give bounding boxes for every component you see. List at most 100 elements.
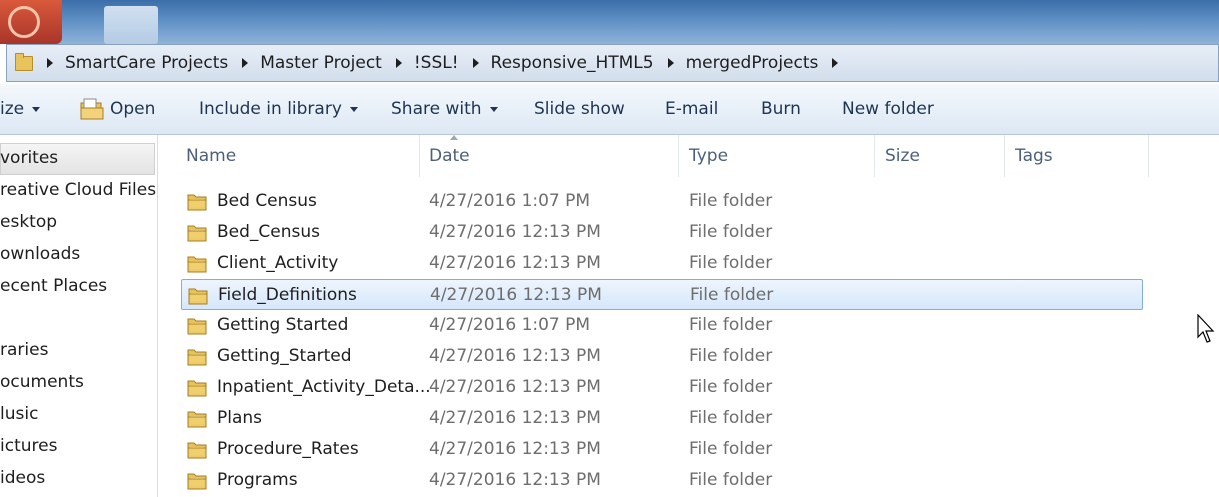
file-type: File folder (689, 191, 773, 211)
file-type: File folder (689, 439, 773, 459)
file-date: 4/27/2016 12:13 PM (429, 439, 601, 459)
file-name: Plans (217, 408, 263, 428)
command-toolbar: ize Open Include in library Share with S… (0, 84, 1219, 135)
share-with-button[interactable]: Share with (391, 84, 498, 134)
file-date: 4/27/2016 12:13 PM (429, 408, 601, 428)
file-row[interactable]: Bed_Census 4/27/2016 12:13 PM File folder (181, 217, 1143, 248)
nav-item-documents[interactable]: ocuments (0, 372, 84, 392)
file-date: 4/27/2016 12:13 PM (429, 222, 601, 242)
file-type: File folder (689, 470, 773, 490)
address-bar[interactable]: SmartCare Projects Master Project !SSL! … (6, 44, 1219, 82)
nav-item-creative-cloud-files[interactable]: reative Cloud Files (0, 180, 156, 200)
file-date: 4/27/2016 12:13 PM (429, 253, 601, 273)
file-name: Field_Definitions (218, 285, 357, 305)
file-name: Inpatient_Activity_Deta... (217, 377, 431, 397)
file-type: File folder (689, 377, 773, 397)
folder-icon (15, 52, 33, 71)
file-date: 4/27/2016 12:13 PM (429, 346, 601, 366)
folder-icon (187, 256, 207, 273)
breadcrumb-mergedprojects[interactable]: mergedProjects (686, 53, 819, 73)
file-row[interactable]: Getting Started 4/27/2016 1:07 PM File fol… (181, 310, 1143, 341)
nav-item-videos[interactable]: ideos (0, 468, 45, 488)
file-date: 4/27/2016 12:13 PM (429, 377, 601, 397)
include-in-library-label: Include in library (199, 99, 342, 119)
file-type: File folder (689, 315, 773, 335)
file-name: Procedure_Rates (217, 439, 359, 459)
nav-item-downloads[interactable]: ownloads (0, 244, 80, 264)
organize-button[interactable]: ize (0, 84, 41, 134)
file-name: Bed Census (217, 191, 317, 211)
mouse-pointer-icon (1197, 314, 1215, 343)
chevron-down-icon (489, 106, 498, 112)
folder-icon (188, 288, 208, 305)
file-row[interactable]: Client_Activity 4/27/2016 12:13 PM File fo… (181, 248, 1143, 279)
folder-icon (187, 380, 207, 397)
breadcrumb-chevron-icon[interactable] (242, 58, 249, 68)
breadcrumb-chevron-icon[interactable] (472, 58, 479, 68)
folder-icon (187, 194, 207, 211)
file-name: Programs (217, 470, 298, 490)
file-date: 4/27/2016 12:13 PM (430, 285, 602, 305)
folder-icon (187, 318, 207, 335)
file-row[interactable]: Inpatient_Activity_Deta... 4/27/2016 12:1… (181, 372, 1143, 403)
file-type: File folder (689, 408, 773, 428)
new-folder-button[interactable]: New folder (842, 84, 934, 134)
folder-icon (187, 473, 207, 490)
folder-icon (187, 411, 207, 428)
nav-item-recent-places[interactable]: ecent Places (0, 276, 107, 296)
breadcrumb-responsive-html5[interactable]: Responsive_HTML5 (491, 53, 654, 73)
nav-item-pictures[interactable]: ictures (0, 436, 57, 456)
breadcrumb-master-project[interactable]: Master Project (260, 53, 382, 73)
file-date: 4/27/2016 1:07 PM (429, 191, 591, 211)
column-header-name[interactable]: Name (176, 135, 420, 177)
breadcrumb-chevron-icon[interactable] (395, 58, 402, 68)
document-icon (104, 6, 158, 44)
column-header-tags[interactable]: Tags (1005, 135, 1149, 177)
breadcrumb-chevron-icon[interactable] (667, 58, 674, 68)
nav-item-libraries[interactable]: raries (0, 340, 48, 360)
file-type: File folder (690, 285, 774, 305)
file-row[interactable]: Plans 4/27/2016 12:13 PM File folder (181, 403, 1143, 434)
open-button[interactable]: Open (110, 84, 155, 134)
nav-item-music[interactable]: lusic (0, 404, 38, 424)
include-in-library-button[interactable]: Include in library (199, 84, 358, 134)
nav-item-desktop[interactable]: esktop (0, 212, 57, 232)
share-with-label: Share with (391, 99, 482, 119)
chevron-down-icon (349, 106, 358, 112)
file-row[interactable]: Field_Definitions 4/27/2016 12:13 PM File … (181, 279, 1143, 310)
navigation-pane: vorites reative Cloud Files esktop ownlo… (0, 135, 158, 497)
file-row[interactable]: Programs 4/27/2016 12:13 PM File folder (181, 465, 1143, 496)
breadcrumb-chevron-icon[interactable] (832, 58, 839, 68)
column-header-date[interactable]: Date (419, 135, 679, 177)
file-name: Client_Activity (217, 253, 339, 273)
column-header-size[interactable]: Size (875, 135, 1005, 177)
folder-icon (187, 225, 207, 242)
file-type: File folder (689, 253, 773, 273)
organize-label: ize (0, 99, 25, 119)
slide-show-button[interactable]: Slide show (534, 84, 625, 134)
file-type: File folder (689, 346, 773, 366)
file-name: Getting Started (217, 315, 349, 335)
folder-icon (187, 349, 207, 366)
taskbar-app-icon (0, 0, 62, 44)
column-header-type[interactable]: Type (679, 135, 875, 177)
burn-button[interactable]: Burn (761, 84, 801, 134)
breadcrumb-smartcare-projects[interactable]: SmartCare Projects (65, 53, 228, 73)
window-title-strip (0, 0, 1219, 44)
file-name: Getting_Started (217, 346, 352, 366)
file-date: 4/27/2016 12:13 PM (429, 470, 601, 490)
folder-icon (187, 442, 207, 459)
file-date: 4/27/2016 1:07 PM (429, 315, 591, 335)
file-type: File folder (689, 222, 773, 242)
nav-item-favorites[interactable]: vorites (0, 148, 58, 168)
open-folder-icon (80, 98, 104, 120)
file-list: Name Date Type Size Tags Bed Census 4/27/… (158, 135, 1219, 497)
file-row[interactable]: Bed Census 4/27/2016 1:07 PM File folder (181, 186, 1143, 217)
chevron-down-icon (32, 106, 41, 112)
file-row[interactable]: Procedure_Rates 4/27/2016 12:13 PM File fo… (181, 434, 1143, 465)
file-row[interactable]: Getting_Started 4/27/2016 12:13 PM File fo… (181, 341, 1143, 372)
breadcrumb-ssl[interactable]: !SSL! (414, 53, 459, 73)
file-name: Bed_Census (217, 222, 321, 242)
email-button[interactable]: E-mail (665, 84, 718, 134)
breadcrumb-chevron-icon[interactable] (47, 58, 53, 68)
